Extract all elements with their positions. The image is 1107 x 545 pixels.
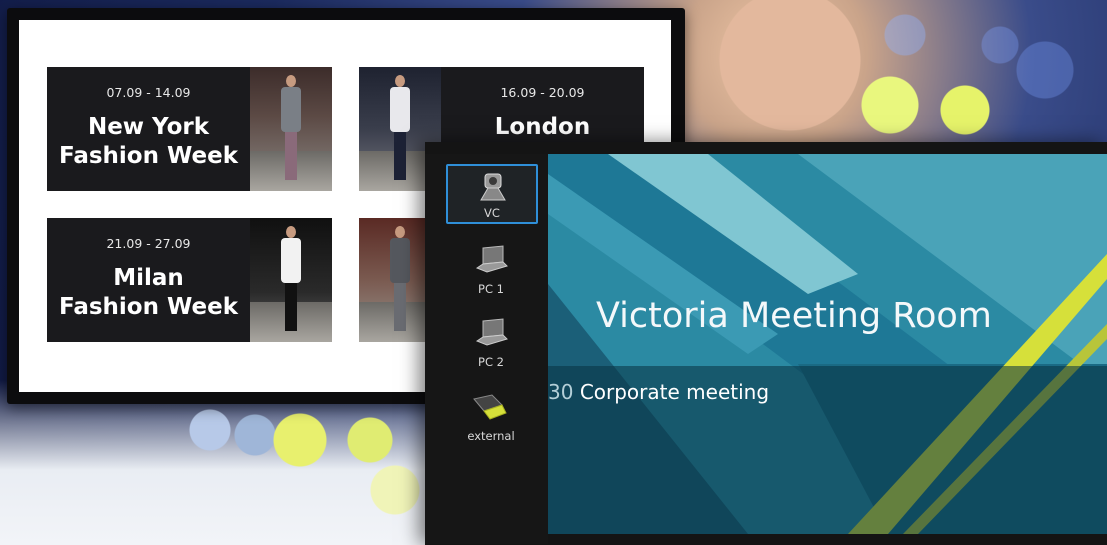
runway-photo [250, 218, 332, 342]
source-sidebar: VC PC 1 PC 2 external [425, 154, 548, 544]
laptop-icon [475, 318, 508, 346]
event-date: 16.09 - 20.09 [500, 85, 585, 100]
meeting-info-strip: 30 Corporate meeting [548, 366, 1107, 534]
video-conference-icon [480, 173, 506, 201]
source-label: external [467, 429, 515, 443]
source-label: PC 2 [478, 355, 504, 369]
event-date: 07.09 - 14.09 [106, 85, 191, 100]
event-title: Milan Fashion Week [58, 265, 239, 320]
room-title: Victoria Meeting Room [596, 296, 992, 336]
meeting-room-panel: VC PC 1 PC 2 external 30 Corporate meeti… [425, 142, 1107, 545]
event-title: London [494, 114, 591, 140]
laptop-icon [475, 245, 508, 273]
meeting-entry[interactable]: 30 Corporate meeting [548, 380, 769, 404]
source-pc1-button[interactable]: PC 1 [446, 240, 536, 298]
source-vc-button[interactable]: VC [446, 164, 538, 224]
source-label: PC 1 [478, 282, 504, 296]
source-external-button[interactable]: external [446, 387, 536, 445]
hdmi-connector-icon [473, 394, 507, 420]
source-label: VC [484, 206, 500, 220]
event-date: 21.09 - 27.09 [106, 236, 191, 251]
meeting-time: 30 [548, 380, 574, 404]
event-title: New York Fashion Week [58, 114, 239, 169]
meeting-name: Corporate meeting [579, 380, 770, 404]
event-card-milan[interactable]: 21.09 - 27.09 Milan Fashion Week [47, 218, 332, 342]
room-display: 30 Corporate meeting Victoria Meeting Ro… [548, 154, 1107, 534]
event-card-new-york[interactable]: 07.09 - 14.09 New York Fashion Week [47, 67, 332, 191]
source-pc2-button[interactable]: PC 2 [446, 313, 536, 371]
runway-photo [250, 67, 332, 191]
